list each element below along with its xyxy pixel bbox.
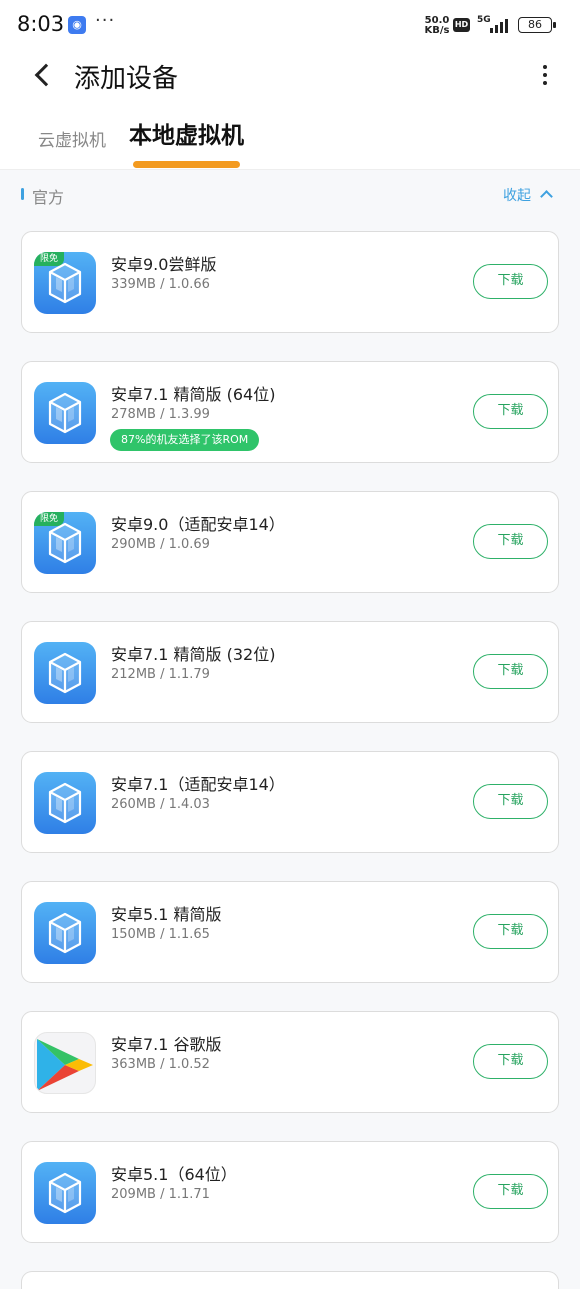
download-button[interactable]: 下载 — [473, 264, 548, 299]
hotspot-icon: ◉ — [68, 16, 86, 34]
hd-voice-icon: HD — [453, 18, 470, 32]
download-button[interactable]: 下载 — [473, 914, 548, 949]
page-title: 添加设备 — [74, 64, 179, 94]
device-size-version: 363MB / 1.0.52 — [111, 1057, 210, 1072]
device-card[interactable]: 安卓5.1 精简版 150MB / 1.1.65 下载 — [21, 881, 559, 983]
more-menu-icon[interactable] — [534, 62, 556, 88]
collapse-button[interactable]: 收起 — [503, 185, 553, 205]
battery-icon: 86 — [518, 17, 556, 33]
download-button[interactable]: 下载 — [473, 1044, 548, 1079]
device-size-version: 212MB / 1.1.79 — [111, 667, 210, 682]
device-size-version: 290MB / 1.0.69 — [111, 537, 210, 552]
google-play-icon — [34, 1032, 96, 1094]
download-button[interactable]: 下载 — [473, 784, 548, 819]
device-name: 安卓9.0（适配安卓14） — [111, 515, 285, 534]
vm-cube-icon: 限免 — [34, 252, 96, 314]
tab-cloud-vm[interactable]: 云虚拟机 — [38, 126, 106, 151]
device-card[interactable]: 安卓7.1 精简版 (32位) 212MB / 1.1.79 下载 — [21, 621, 559, 723]
device-card[interactable]: 安卓7.1（适配安卓14） 260MB / 1.4.03 下载 — [21, 751, 559, 853]
device-size-version: 339MB / 1.0.66 — [111, 277, 210, 292]
device-name: 安卓5.1 精简版 — [111, 905, 222, 924]
collapse-label: 收起 — [503, 188, 531, 204]
free-badge: 限免 — [34, 512, 65, 526]
device-card[interactable]: 限免 安卓9.0（适配安卓14） 290MB / 1.0.69 下载 — [21, 491, 559, 593]
download-button[interactable]: 下载 — [473, 1174, 548, 1209]
back-arrow-icon[interactable] — [26, 58, 60, 92]
device-name: 安卓7.1 谷歌版 — [111, 1035, 222, 1054]
download-button[interactable]: 下载 — [473, 524, 548, 559]
signal-icon — [488, 17, 512, 33]
section-label: 官方 — [32, 188, 65, 207]
device-card[interactable]: 安卓5.1（64位） 209MB / 1.1.71 下载 — [21, 1141, 559, 1243]
device-size-version: 209MB / 1.1.71 — [111, 1187, 210, 1202]
device-size-version: 278MB / 1.3.99 — [111, 407, 210, 422]
vm-cube-icon — [34, 382, 96, 444]
more-notifications-icon: ··· — [95, 10, 116, 31]
device-name: 安卓5.1（64位） — [111, 1165, 237, 1184]
download-button[interactable]: 下载 — [473, 394, 548, 429]
tab-bar: 云虚拟机 本地虚拟机 — [0, 104, 580, 170]
active-tab-indicator — [133, 161, 240, 168]
device-card[interactable]: 安卓7.1 谷歌版 363MB / 1.0.52 下载 — [21, 1011, 559, 1113]
popular-rom-pill: 87%的机友选择了该ROM — [110, 429, 260, 451]
download-button[interactable]: 下载 — [473, 654, 548, 689]
device-card[interactable]: 安卓7.1 精简版 (64位) 278MB / 1.3.99 87%的机友选择了该R… — [21, 361, 559, 463]
network-speed-unit: KB/s — [424, 25, 450, 36]
chevron-up-icon — [540, 190, 553, 203]
device-size-version: 260MB / 1.4.03 — [111, 797, 210, 812]
device-size-version: 150MB / 1.1.65 — [111, 927, 210, 942]
top-bar: 8:03 ◉ ··· 50.0 KB/s HD 5G 86 添加设备 云虚拟机 … — [0, 0, 580, 170]
section-header-official: 官方 收起 — [0, 176, 580, 212]
device-name: 安卓7.1 精简版 (64位) — [111, 385, 276, 404]
device-name: 安卓9.0尝鲜版 — [111, 255, 217, 274]
vm-cube-icon: 限免 — [34, 512, 96, 574]
device-list: 限免 安卓9.0尝鲜版 339MB / 1.0.66 下载 安卓7.1 精简版 (64位… — [21, 231, 559, 1289]
vm-cube-icon — [34, 902, 96, 964]
free-badge: 限免 — [34, 252, 65, 266]
status-time: 8:03 — [17, 12, 65, 36]
tab-local-vm[interactable]: 本地虚拟机 — [129, 116, 244, 150]
vm-cube-icon — [34, 642, 96, 704]
vm-cube-icon — [34, 772, 96, 834]
status-bar: 8:03 ◉ ··· 50.0 KB/s HD 5G 86 — [0, 0, 580, 52]
vm-cube-icon — [34, 1162, 96, 1224]
section-marker — [21, 188, 24, 200]
device-card[interactable]: 限免 安卓9.0尝鲜版 339MB / 1.0.66 下载 — [21, 231, 559, 333]
app-bar: 添加设备 — [0, 52, 580, 98]
device-card[interactable] — [21, 1271, 559, 1289]
device-name: 安卓7.1 精简版 (32位) — [111, 645, 276, 664]
network-speed: 50.0 KB/s — [424, 16, 450, 36]
device-name: 安卓7.1（适配安卓14） — [111, 775, 285, 794]
